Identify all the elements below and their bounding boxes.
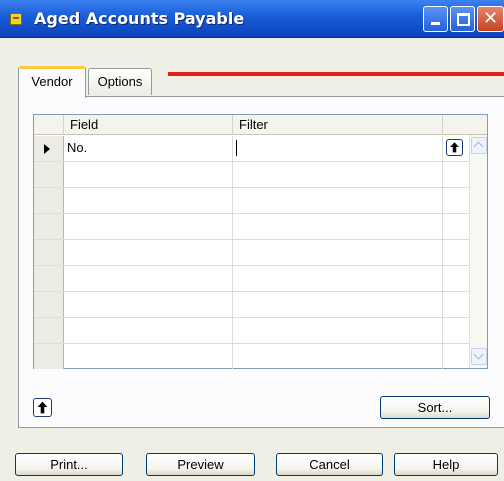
red-annotation-line — [168, 72, 504, 76]
vertical-scrollbar[interactable] — [469, 135, 487, 368]
row-selector[interactable] — [34, 214, 64, 239]
row-selector[interactable] — [34, 266, 64, 291]
current-row-icon — [44, 144, 50, 154]
filter-cell[interactable] — [233, 240, 443, 265]
field-cell[interactable]: No. — [64, 136, 233, 161]
aged-accounts-payable-window: Aged Accounts Payable ✕ Vendor Options F… — [0, 0, 504, 481]
scroll-down-button[interactable] — [471, 348, 487, 365]
move-up-button[interactable] — [33, 398, 52, 417]
column-header-filter[interactable]: Filter — [233, 115, 443, 135]
filter-cell[interactable] — [233, 318, 443, 343]
minimize-button[interactable] — [423, 6, 448, 32]
row-selector[interactable] — [34, 240, 64, 265]
preview-button-label: Preview — [177, 457, 224, 472]
table-row[interactable] — [34, 162, 487, 188]
arrow-up-icon — [450, 142, 459, 153]
table-row[interactable] — [34, 188, 487, 214]
field-cell[interactable] — [64, 344, 233, 369]
table-row[interactable] — [34, 318, 487, 344]
filter-cell[interactable] — [233, 188, 443, 213]
field-cell[interactable] — [64, 266, 233, 291]
cancel-button-label: Cancel — [309, 457, 350, 472]
field-cell[interactable] — [64, 292, 233, 317]
filter-lookup-button[interactable] — [446, 139, 463, 156]
row-selector[interactable] — [34, 344, 64, 369]
preview-button[interactable]: Preview — [146, 453, 255, 476]
row-selector[interactable] — [34, 318, 64, 343]
cancel-button[interactable]: Cancel — [276, 453, 383, 476]
title-bar[interactable]: Aged Accounts Payable ✕ — [0, 0, 504, 38]
maximize-button[interactable] — [450, 6, 475, 32]
filter-cell[interactable] — [233, 292, 443, 317]
field-cell[interactable] — [64, 188, 233, 213]
app-icon — [10, 13, 22, 25]
field-cell[interactable] — [64, 214, 233, 239]
table-row[interactable]: No. — [34, 136, 487, 162]
text-caret — [236, 140, 237, 156]
tab-vendor[interactable]: Vendor — [18, 66, 86, 98]
row-selector[interactable] — [34, 162, 64, 187]
sort-button-label: Sort... — [417, 400, 453, 415]
scroll-up-button[interactable] — [471, 137, 487, 154]
row-selector-header — [34, 115, 64, 135]
close-button[interactable]: ✕ — [477, 6, 504, 32]
row-selector[interactable] — [34, 188, 64, 213]
maximize-icon — [457, 13, 470, 26]
help-button[interactable]: Help — [394, 453, 498, 476]
table-row[interactable] — [34, 214, 487, 240]
table-row[interactable] — [34, 344, 487, 370]
filter-cell[interactable] — [233, 136, 443, 161]
minimize-icon — [431, 22, 440, 25]
field-cell[interactable] — [64, 240, 233, 265]
filter-cell[interactable] — [233, 266, 443, 291]
filter-cell[interactable] — [233, 344, 443, 369]
filter-cell[interactable] — [233, 162, 443, 187]
row-selector[interactable] — [34, 136, 64, 161]
filter-grid: Field Filter No. — [33, 114, 488, 369]
sort-button[interactable]: Sort... — [380, 396, 490, 419]
table-row[interactable] — [34, 266, 487, 292]
row-selector[interactable] — [34, 292, 64, 317]
print-button[interactable]: Print... — [15, 453, 123, 476]
table-row[interactable] — [34, 240, 487, 266]
tab-options[interactable]: Options — [88, 68, 152, 95]
close-icon: ✕ — [483, 8, 499, 29]
filter-cell[interactable] — [233, 214, 443, 239]
field-cell[interactable] — [64, 318, 233, 343]
window-title: Aged Accounts Payable — [34, 9, 245, 28]
column-header-field[interactable]: Field — [64, 115, 233, 135]
grid-header: Field Filter — [34, 115, 487, 135]
field-cell[interactable] — [64, 162, 233, 187]
print-button-label: Print... — [50, 457, 88, 472]
arrow-up-icon — [37, 401, 48, 414]
help-button-label: Help — [432, 457, 460, 472]
table-row[interactable] — [34, 292, 487, 318]
column-header-blank — [443, 115, 487, 135]
